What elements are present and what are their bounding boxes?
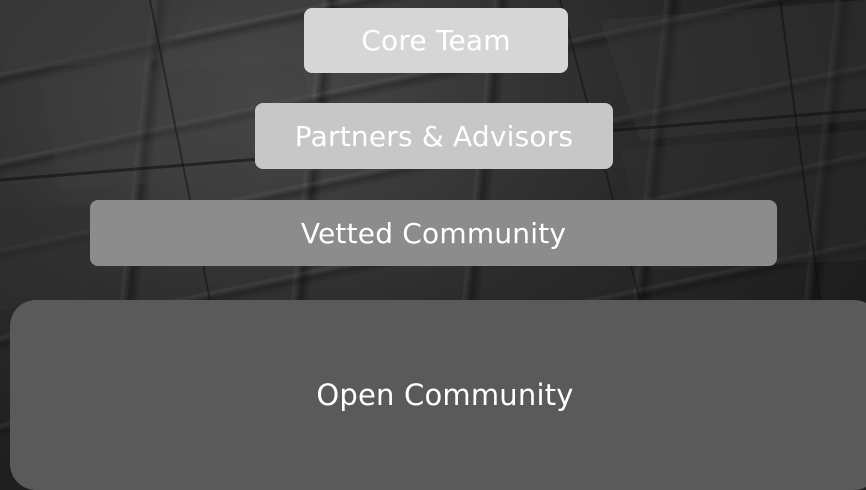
tier-vetted-community-label: Vetted Community bbox=[300, 216, 567, 250]
tier-open-community-label: Open Community bbox=[316, 378, 574, 412]
tier-core-team-label: Core Team bbox=[361, 24, 511, 57]
tier-core-team: Core Team bbox=[304, 8, 568, 73]
tier-partners-advisors: Partners & Advisors bbox=[255, 103, 613, 169]
tier-vetted-community: Vetted Community bbox=[90, 200, 777, 266]
tier-open-community: Open Community bbox=[10, 300, 866, 490]
tier-partners-advisors-label: Partners & Advisors bbox=[294, 119, 574, 153]
